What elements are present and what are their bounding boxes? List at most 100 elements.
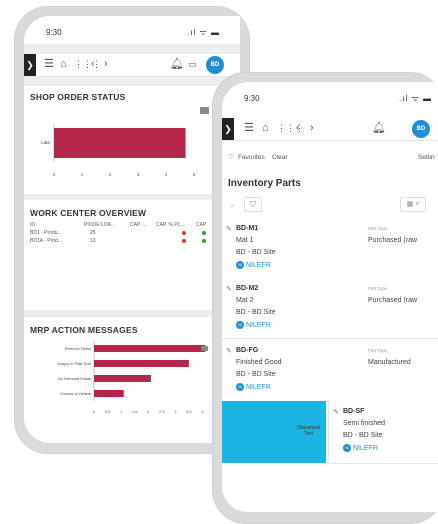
category-label: Excess of Orders (60, 391, 91, 396)
notification-bell-icon[interactable]: 🔔︎ (372, 121, 386, 135)
swipe-action-panel[interactable]: Document Text (222, 401, 326, 463)
status-dot-red (182, 231, 186, 235)
owner-avatar: NI (236, 321, 244, 329)
part-id: BD-M2 (236, 285, 259, 292)
part-type-label: Part Type (368, 226, 388, 231)
front-phone-frame: 9:30 .ıl ᯤ ▬ ❯ ☰ ⌂ ⋮⋮⋮ ‹ › 🔔︎ BD ♡ Favor… (212, 72, 438, 524)
favorites-bar: ♡ Favorites Clear Settin (222, 148, 438, 166)
tick-label: 1 (120, 409, 123, 414)
status-dot-green (202, 231, 206, 235)
filter-icon[interactable]: ⛉ (244, 197, 262, 212)
shop-order-status-card: SHOP ORDER STATUS Late0123456 (24, 86, 240, 194)
card-title: SHOP ORDER STATUS (30, 92, 126, 102)
owner-name: NILEFR (246, 261, 271, 269)
col-header-cap2: CAP (196, 222, 207, 228)
status-signal-icons: .ıl ᯤ ▬ (187, 28, 220, 37)
select-checkbox-icon[interactable]: ✓ (230, 202, 236, 210)
user-avatar[interactable]: BD (412, 120, 430, 138)
col-header-id: ID (30, 222, 35, 228)
part-type-value: Manufactured (368, 359, 411, 366)
forward-arrow-icon[interactable]: › (310, 121, 314, 135)
card-title: WORK CENTER OVERVIEW (30, 208, 147, 218)
tick-label: 4 (201, 409, 204, 414)
owner-avatar: NI (236, 383, 244, 391)
table-row[interactable]: BD1A - Prod... 13 (30, 238, 240, 245)
part-description: Mat 1 (236, 237, 254, 244)
category-label: No Demand Exists (58, 376, 91, 381)
home-icon[interactable]: ⌂ (262, 121, 269, 135)
tick-label: 2.5 (159, 409, 165, 414)
status-dot-green (202, 239, 206, 243)
col-header-cap-pct: CAP. % PI... (156, 222, 184, 228)
user-avatar[interactable]: BD (206, 56, 224, 74)
part-type-label: Part Type (368, 286, 388, 291)
owner-name: NILEFR (246, 383, 271, 391)
forward-arrow-icon[interactable]: › (104, 57, 108, 71)
tick-label: 4 (165, 172, 168, 177)
cell-load: 25 (90, 230, 96, 236)
category-label: Remove Order (65, 346, 92, 351)
part-description: Finished Good (236, 359, 282, 366)
clear-link[interactable]: Clear (272, 154, 288, 161)
swipe-action-label: Document Text (297, 425, 320, 437)
status-bar: 9:30 .ıl ᯤ ▬ (222, 82, 438, 108)
tick-label: 3 (137, 172, 140, 177)
part-type-value: Purchased (raw (368, 297, 418, 304)
edit-pencil-icon[interactable]: ✎ (226, 285, 232, 293)
part-site: BD - BD Site (236, 249, 276, 256)
part-id: BD-M1 (236, 225, 259, 232)
owner-avatar: NI (236, 261, 244, 269)
home-icon[interactable]: ⌂ (60, 57, 67, 71)
mrp-bar (94, 375, 151, 382)
bar-tooltip-icon (201, 346, 209, 351)
navigator-toggle-icon[interactable]: ❯ (24, 54, 36, 76)
part-owner: NI NILEFR (236, 261, 271, 269)
table-row[interactable]: BD1 - Produ... 25 (30, 230, 240, 237)
favorites-icon[interactable]: ♡ (228, 153, 234, 161)
card-title: MRP ACTION MESSAGES (30, 325, 138, 335)
tick-label: 0.5 (105, 409, 111, 414)
mrp-bar (94, 390, 124, 397)
part-id: BD-SF (343, 408, 365, 415)
menu-icon[interactable]: ☰ (244, 121, 254, 135)
view-options-dropdown[interactable]: ▦ ˅ (400, 197, 426, 212)
tick-label: 1 (81, 172, 84, 177)
status-signal-icons: .ıl ᯤ ▬ (399, 94, 432, 103)
favorites-link[interactable]: Favorites (238, 154, 265, 161)
owner-name: NILEFR (353, 444, 378, 452)
part-owner: NI NILEFR (236, 321, 271, 329)
notification-bell-icon[interactable]: 🔔︎ (170, 57, 184, 71)
list-item[interactable]: ✎ BD-M1 Mat 1 BD - BD Site NI NILEFR Part… (222, 218, 438, 279)
back-arrow-icon[interactable]: ‹ (296, 121, 300, 135)
part-type-label: Part Type (368, 348, 388, 353)
edit-pencil-icon[interactable]: ✎ (226, 225, 232, 233)
edit-pencil-icon[interactable]: ✎ (333, 408, 339, 416)
back-arrow-icon[interactable]: ‹ (91, 57, 95, 71)
part-site: BD - BD Site (343, 432, 383, 439)
mrp-chart: Remove Order Supply in Past Due No Demand … (57, 341, 220, 414)
list-item[interactable]: ✎ BD-M2 Mat 2 BD - BD Site NI NILEFR Part… (222, 278, 438, 339)
status-time: 9:30 (46, 28, 62, 37)
tick-label: 5 (193, 172, 196, 177)
edit-pencil-icon[interactable]: ✎ (226, 347, 232, 355)
settings-link[interactable]: Settin (418, 154, 435, 161)
part-description: Semi finished (343, 420, 386, 427)
list-item[interactable]: ✎ BD-SF Semi finished BD - BD Site NI NIL… (328, 401, 438, 464)
navigator-toggle-icon[interactable]: ❯ (222, 118, 234, 140)
part-site: BD - BD Site (236, 309, 276, 316)
table-header: ID PIOUE LOA... CAP. ... CAP. % PI... CA… (30, 222, 240, 229)
status-bar: 9:30 .ıl ᯤ ▬ (24, 16, 240, 44)
category-label: Supply in Past Due (57, 361, 92, 366)
grid-icon[interactable]: ⋮⋮⋮ (74, 57, 101, 71)
part-description: Mat 2 (236, 297, 254, 304)
col-header-cap: CAP. ... (130, 222, 147, 228)
tick-label: 2 (109, 172, 112, 177)
document-icon[interactable]: ▭ (188, 57, 197, 71)
part-type-value: Purchased (raw (368, 237, 418, 244)
tick-label: 2 (147, 409, 150, 414)
part-site: BD - BD Site (236, 371, 276, 378)
menu-icon[interactable]: ☰ (44, 57, 54, 71)
page-title: Inventory Parts (228, 178, 301, 189)
list-item[interactable]: ✎ BD-FG Finished Good BD - BD Site NI NIL… (222, 340, 438, 402)
work-center-overview-card: WORK CENTER OVERVIEW ID PIOUE LOA... CAP… (24, 200, 240, 310)
